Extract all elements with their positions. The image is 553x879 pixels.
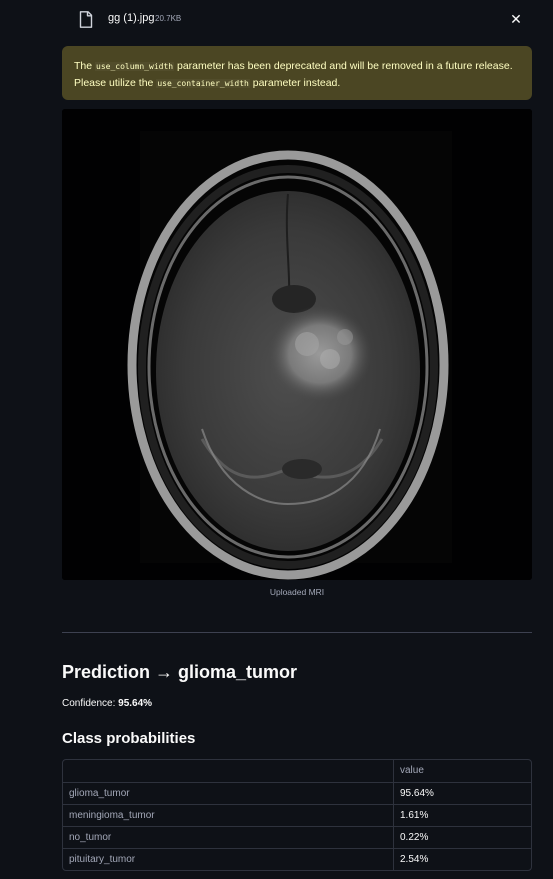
image-caption: Uploaded MRI	[269, 587, 325, 597]
alert-text-1: The	[74, 60, 96, 72]
value-column-header[interactable]: value	[394, 760, 531, 782]
row-value: 2.54%	[400, 854, 429, 865]
mri-scan-graphic	[62, 109, 532, 580]
row-label: no_tumor	[63, 827, 394, 848]
alert-code-1: use_column_width	[95, 62, 175, 71]
divider	[62, 632, 532, 633]
alert-text-3: parameter instead.	[249, 77, 341, 89]
confidence-value: 95.64%	[118, 698, 153, 709]
uploaded-mri-image	[62, 109, 532, 580]
file-size: 20.7KB	[155, 14, 182, 23]
table-row[interactable]: pituitary_tumor 2.54%	[63, 848, 531, 870]
table-row[interactable]: no_tumor 0.22%	[63, 826, 531, 848]
prediction-heading: Prediction → glioma_tumor	[62, 662, 298, 682]
row-value: 95.64%	[400, 788, 434, 799]
remove-file-button[interactable]: ✕	[508, 11, 524, 27]
confidence-text: Confidence: 95.64%	[62, 698, 152, 709]
class-probabilities-heading: Class probabilities	[62, 730, 196, 747]
row-label: pituitary_tumor	[63, 849, 394, 870]
row-label: glioma_tumor	[63, 783, 394, 804]
index-header	[63, 760, 394, 782]
probabilities-table[interactable]: value glioma_tumor 95.64% meningioma_tum…	[62, 759, 532, 871]
uploaded-file-row: gg (1).jpg 20.7KB ✕	[62, 0, 532, 38]
table-row[interactable]: glioma_tumor 95.64%	[63, 782, 531, 804]
table-header-row: value	[63, 760, 531, 782]
row-value: 0.22%	[400, 832, 429, 843]
deprecation-warning: The use_column_width parameter has been …	[62, 46, 532, 100]
close-icon: ✕	[510, 11, 522, 27]
alert-code-2: use_container_width	[156, 79, 250, 88]
table-row[interactable]: meningioma_tumor 1.61%	[63, 804, 531, 826]
confidence-label: Confidence:	[62, 698, 119, 709]
file-icon	[79, 11, 93, 28]
row-label: meningioma_tumor	[63, 805, 394, 826]
file-name: gg (1).jpg	[108, 12, 155, 24]
row-value: 1.61%	[400, 810, 429, 821]
